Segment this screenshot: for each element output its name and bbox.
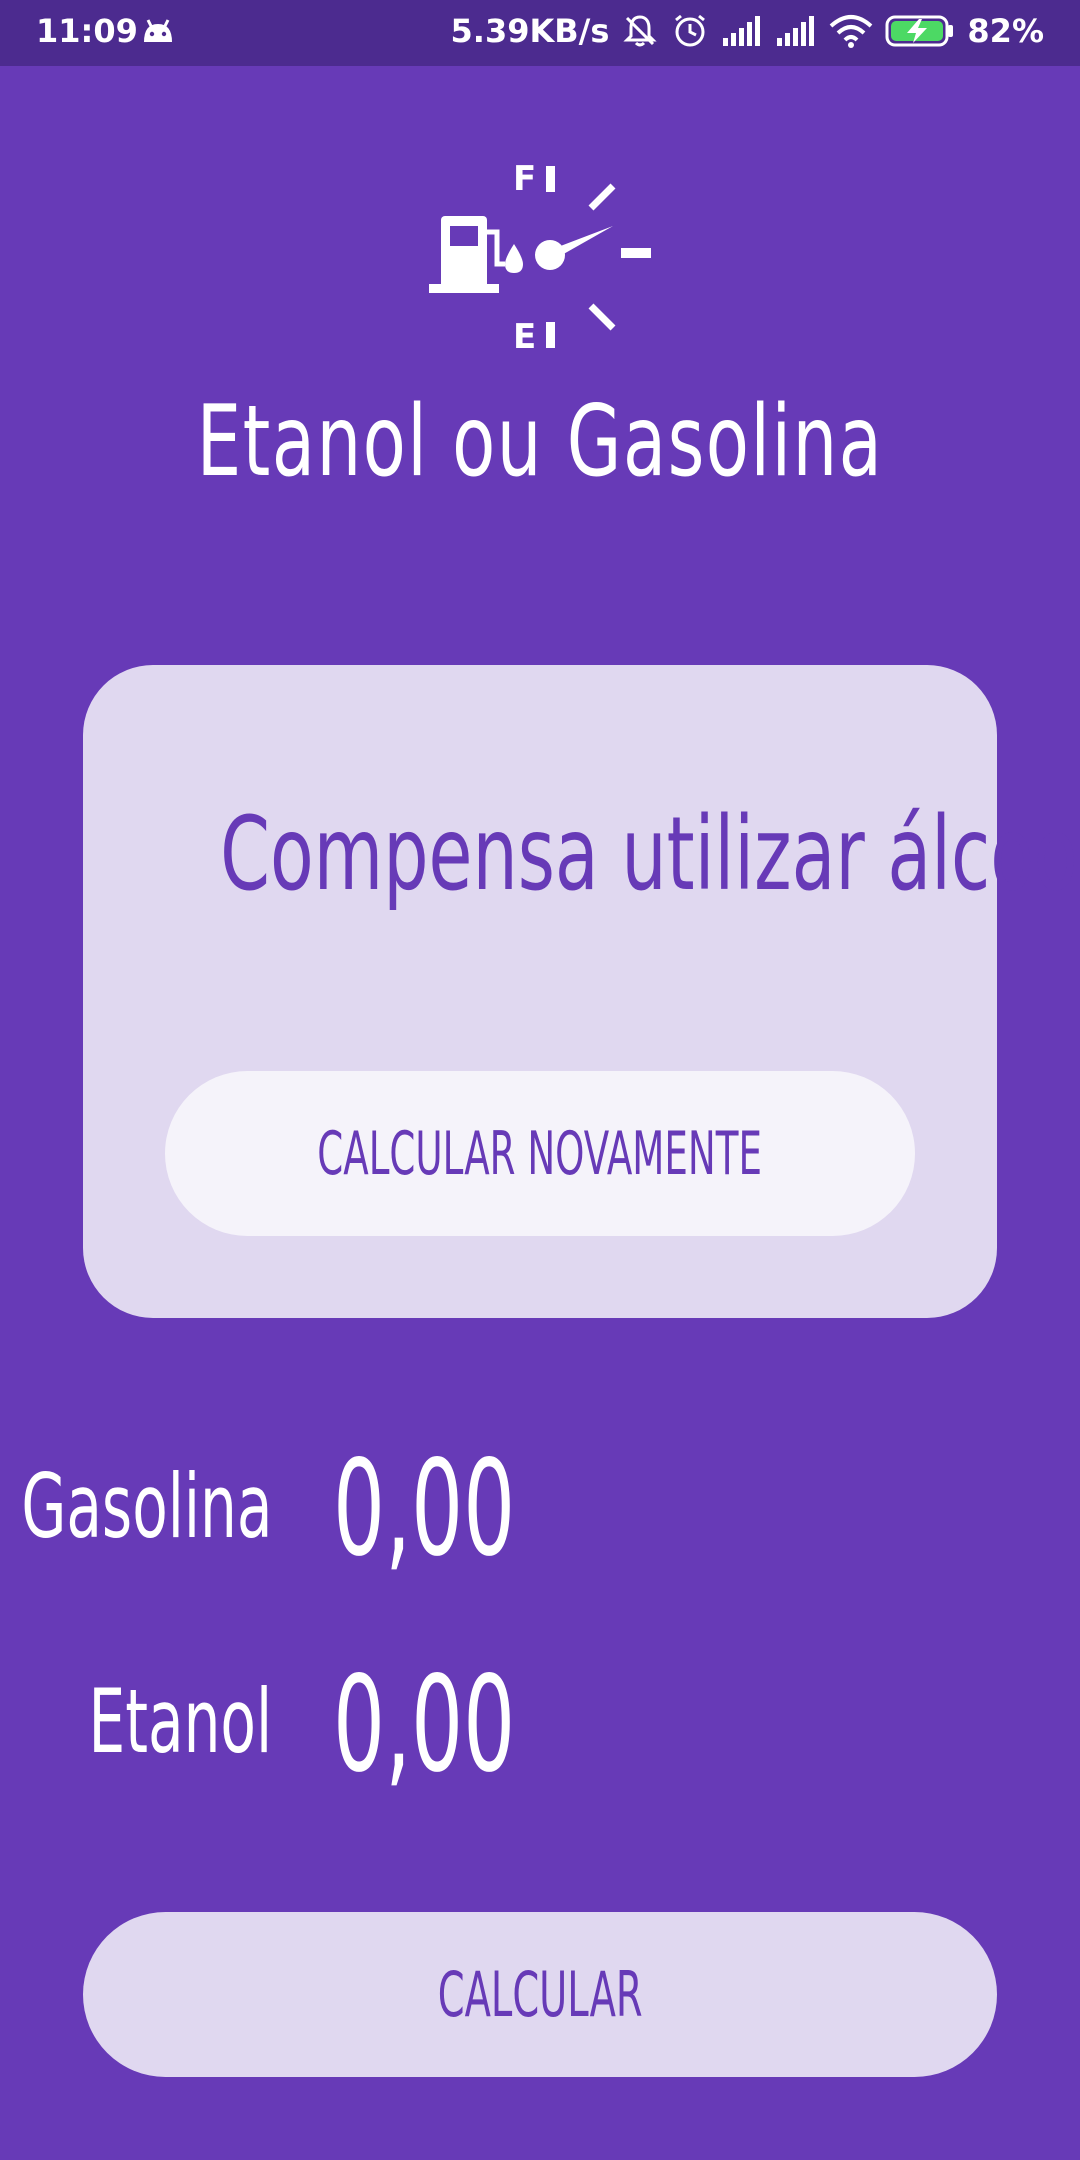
wifi-icon	[830, 15, 873, 48]
result-card: Compensa utilizar álcool CALCULAR NOVAME…	[83, 665, 1080, 1318]
status-time: 11:09	[36, 12, 138, 50]
battery-charging-icon	[885, 15, 954, 47]
fuel-gauge-icon: F E	[429, 160, 651, 357]
app-title: Etanol ou Gasolina	[196, 385, 884, 499]
app-screen: 11:09 5.39KB/s 82% F E Etanol ou Gasolin…	[0, 0, 1080, 2160]
mute-bell-icon	[623, 15, 658, 47]
battery-percent: 82%	[967, 12, 1044, 50]
gauge-full-label: F	[513, 160, 536, 199]
gasoline-price-input[interactable]: 0,00	[333, 1432, 705, 1586]
recalculate-button[interactable]: CALCULAR NOVAMENTE	[165, 1071, 915, 1236]
calculate-button-label: CALCULAR	[437, 1958, 643, 2031]
signal-icon	[723, 16, 761, 46]
alarm-icon	[675, 14, 706, 47]
android-icon	[144, 19, 172, 42]
status-right-group: 5.39KB/s 82%	[451, 12, 1044, 50]
ethanol-label: Etanol	[88, 1670, 272, 1773]
recalculate-button-label: CALCULAR NOVAMENTE	[317, 1118, 763, 1189]
signal-icon	[777, 16, 815, 46]
ethanol-price-input[interactable]: 0,00	[333, 1648, 705, 1802]
result-text: Compensa utilizar álcool	[220, 795, 1080, 914]
network-speed: 5.39KB/s	[450, 12, 610, 50]
calculate-button[interactable]: CALCULAR	[83, 1912, 997, 2077]
gauge-empty-label: E	[513, 317, 536, 357]
gasoline-label: Gasolina	[20, 1455, 272, 1558]
status-bar: 11:09 5.39KB/s 82%	[0, 0, 1080, 66]
